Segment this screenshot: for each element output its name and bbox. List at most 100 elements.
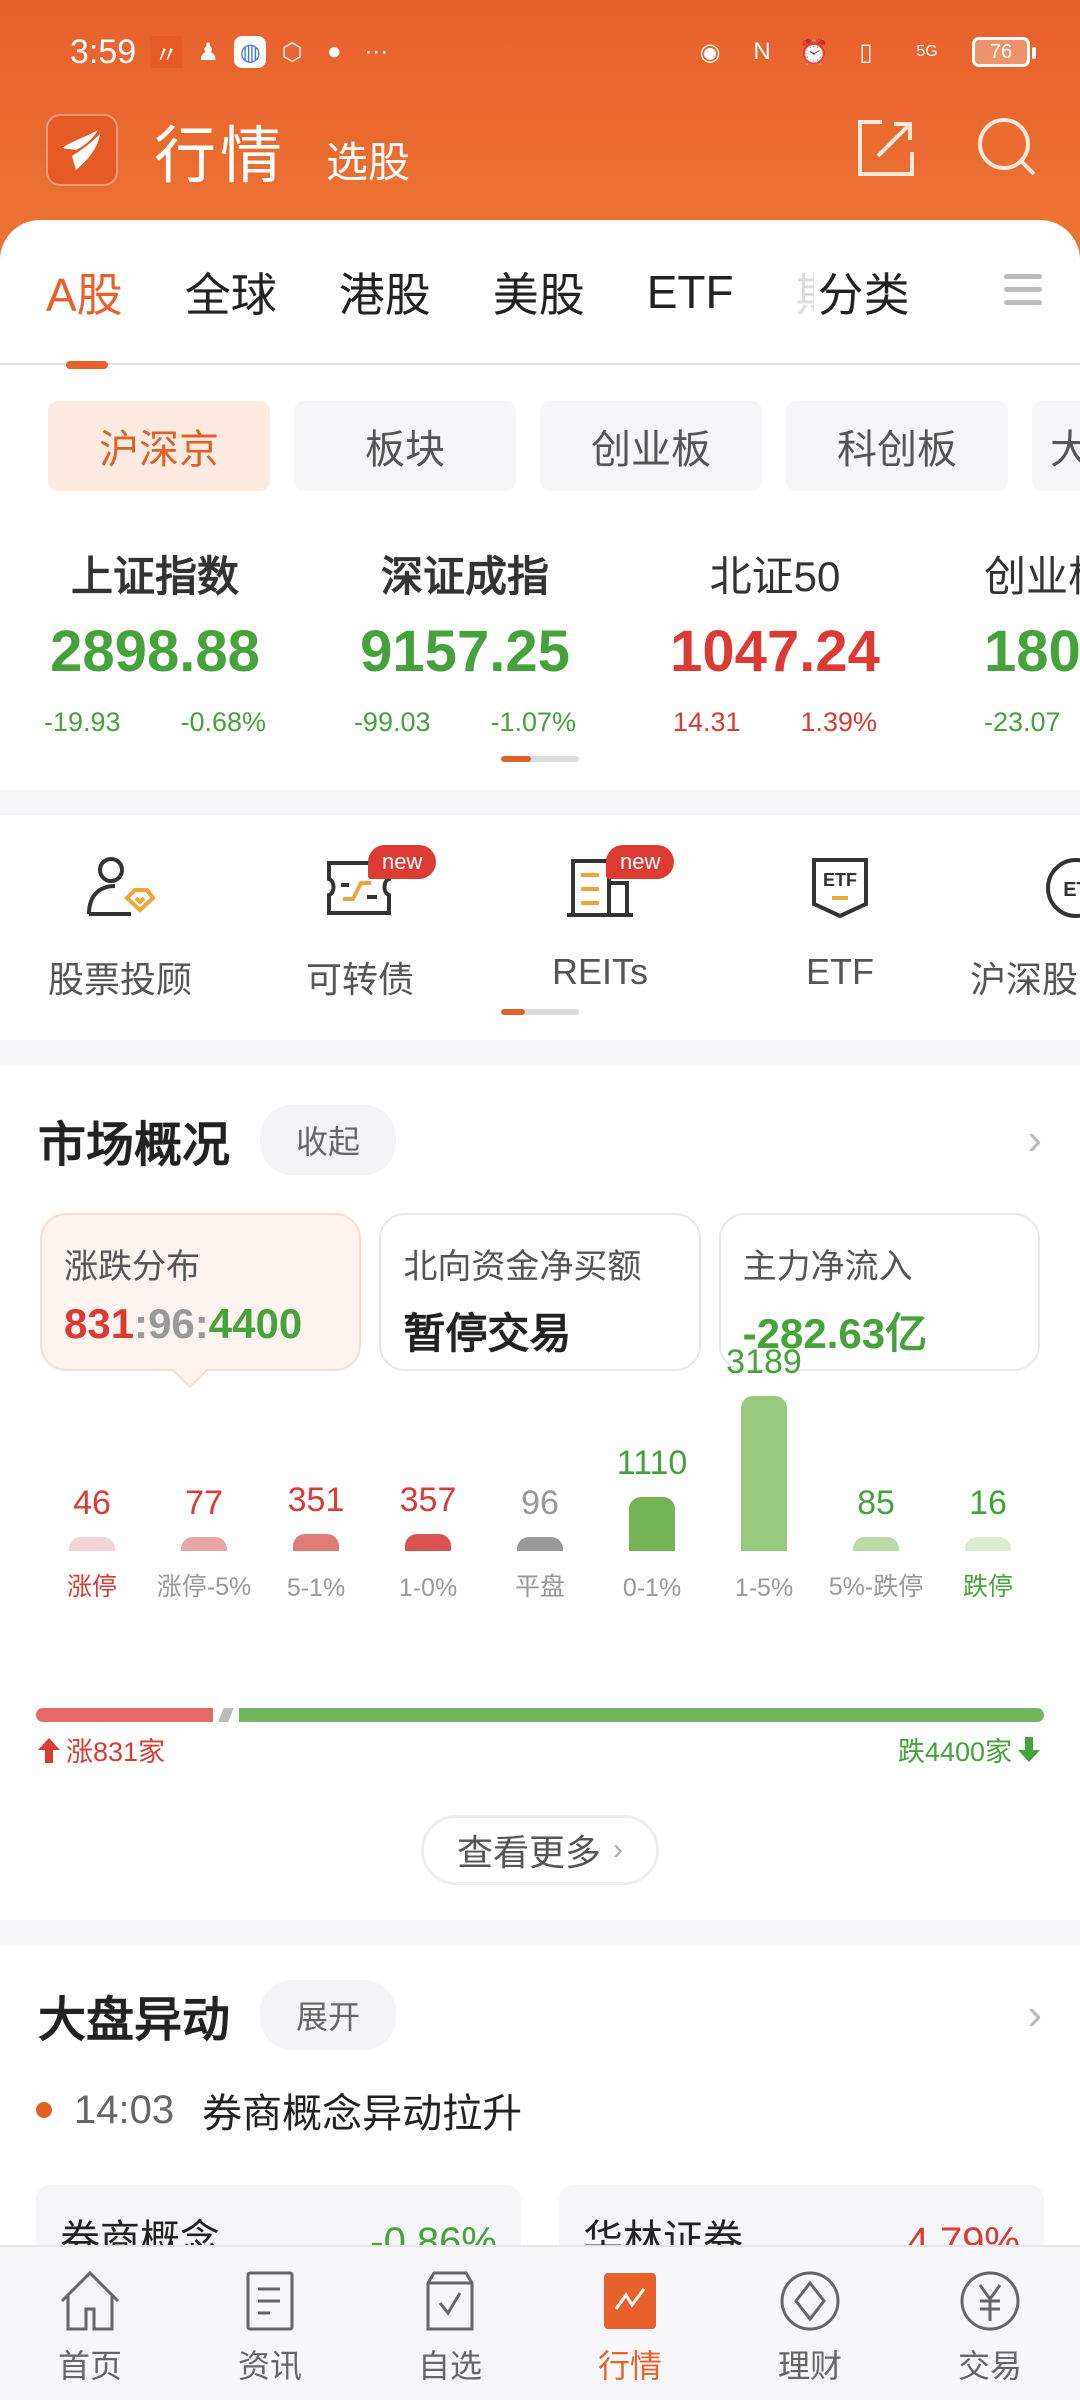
index-price: 1047.24 <box>670 619 880 684</box>
chart-value-label: 1110 <box>616 1444 688 1483</box>
chart-bar <box>965 1537 1011 1551</box>
index-card[interactable]: 上证指数 2898.88 -19.93 -0.68% <box>0 543 310 738</box>
northbound-card[interactable]: 北向资金净买额 暂停交易 <box>379 1213 701 1371</box>
quick-entry-reits[interactable]: new REITs <box>480 845 720 1003</box>
collapse-button[interactable]: 收起 <box>260 1105 397 1175</box>
index-change: -19.93 <box>43 707 121 737</box>
quick-entry-convertible[interactable]: new 可转债 <box>240 845 480 1003</box>
view-more-button[interactable]: 查看更多 › <box>421 1815 659 1885</box>
bottom-nav: 首页 资讯 自选 行情 理财 交易 <box>0 2245 1080 2400</box>
tab-etf[interactable]: ETF <box>647 265 734 319</box>
card-label: 主力净流入 <box>742 1248 913 1286</box>
event-dot-icon <box>36 2102 52 2118</box>
card-label: 涨跌分布 <box>64 1248 200 1286</box>
tab-us[interactable]: 美股 <box>493 259 585 325</box>
index-name: 北证50 <box>709 553 841 600</box>
nav-home[interactable]: 首页 <box>0 2247 180 2400</box>
convertible-bond-icon <box>240 847 480 929</box>
quick-entry-advisor[interactable]: 股票投顾 <box>0 847 240 1003</box>
section-title: 大盘异动 <box>38 1994 231 2047</box>
market-anomaly-section: 大盘异动 展开 › 14:03 券商概念异动拉升 券商概念 -0.86% 华林证… <box>0 1945 1080 2265</box>
chevron-right-icon[interactable]: › <box>1027 1990 1042 2040</box>
etf-circle-icon: ET <box>960 847 1080 929</box>
index-carousel[interactable]: 上证指数 2898.88 -19.93 -0.68% 深证成指 9157.25 -… <box>0 491 1080 738</box>
home-icon <box>60 2270 120 2331</box>
rise-fall-card[interactable]: 涨跌分布 831:96:4400 <box>40 1213 362 1371</box>
share-icon[interactable] <box>856 118 916 183</box>
rise-total-label: 涨831家 <box>66 1737 166 1767</box>
nav-trade[interactable]: 交易 <box>900 2247 1080 2400</box>
subtabs: 沪深京 板块 创业板 科创板 大 <box>0 365 1080 491</box>
quick-entry-label: 股票投顾 <box>47 959 192 1000</box>
chart-value-label: 77 <box>185 1484 223 1522</box>
page-title: 行情 <box>154 122 287 191</box>
tab-a-shares[interactable]: A股 <box>46 259 123 369</box>
index-card[interactable]: 北证50 1047.24 14.31 1.39% <box>620 543 930 738</box>
chart-bar <box>181 1537 227 1551</box>
view-more-label: 查看更多 <box>456 1832 601 1873</box>
quick-entry-etf[interactable]: ETF ETF <box>720 847 960 1003</box>
browser-icon: ◍ <box>234 36 267 68</box>
index-name: 创业板指 <box>984 553 1080 600</box>
fall-total: 跌4400家 <box>898 1730 1042 1769</box>
fall-total-label: 跌4400家 <box>897 1737 1012 1767</box>
chart-value-label: 16 <box>969 1484 1007 1522</box>
nav-label: 资讯 <box>237 2348 302 2384</box>
nav-news[interactable]: 资讯 <box>180 2247 360 2400</box>
signal-icon: 5G <box>916 43 938 60</box>
index-card[interactable]: 深证成指 9157.25 -99.03 -1.07% <box>310 543 620 738</box>
nav-watchlist[interactable]: 自选 <box>360 2247 540 2400</box>
anomaly-event[interactable]: 14:03 券商概念异动拉升 <box>0 2055 1080 2139</box>
app-logo[interactable] <box>46 114 118 186</box>
ratio-up-segment <box>36 1708 214 1722</box>
search-icon[interactable] <box>976 116 1040 185</box>
tab-partial[interactable]: 期 <box>796 259 814 325</box>
arrow-down-icon <box>1018 1736 1040 1762</box>
subtab-star[interactable]: 科创板 <box>786 401 1008 491</box>
expand-button[interactable]: 展开 <box>260 1980 397 2050</box>
tab-hk[interactable]: 港股 <box>339 259 431 325</box>
subtab-hushenjing[interactable]: 沪深京 <box>48 401 270 491</box>
chart-bar <box>69 1537 115 1551</box>
index-pct: 1.39% <box>800 707 878 737</box>
quick-entry-label: 沪深股 <box>970 959 1079 1000</box>
card-label: 北向资金净买额 <box>403 1248 642 1286</box>
index-name: 上证指数 <box>70 553 239 600</box>
subtab-partial[interactable]: 大 <box>1032 401 1080 491</box>
watchlist-icon <box>426 2271 474 2331</box>
rise-total: 涨831家 <box>36 1730 165 1769</box>
chart-value-label: 351 <box>287 1480 345 1519</box>
ratio-down-segment <box>239 1708 1044 1722</box>
chart-value-label: 3189 <box>726 1343 802 1381</box>
subtab-chinext[interactable]: 创业板 <box>540 401 762 491</box>
market-chart-icon <box>604 2273 656 2329</box>
tab-category[interactable]: 分类 <box>818 259 910 325</box>
index-name: 深证成指 <box>380 553 549 600</box>
stock-picker-link[interactable]: 选股 <box>326 129 410 190</box>
chevron-right-icon[interactable]: › <box>1027 1115 1042 1165</box>
chart-value-label: 85 <box>857 1484 895 1522</box>
nav-wealth[interactable]: 理财 <box>720 2247 900 2400</box>
index-card[interactable]: 创业板指 1808 -23.07 <box>930 543 1080 738</box>
quick-entry-label: ETF <box>806 951 874 992</box>
event-time: 14:03 <box>74 2087 175 2132</box>
nfc-icon: N <box>753 38 771 65</box>
news-icon <box>246 2271 294 2331</box>
index-price: 1808 <box>984 619 1080 684</box>
chevron-right-icon: › <box>613 1833 623 1866</box>
qq-icon: ♟ <box>197 38 219 66</box>
nav-market[interactable]: 行情 <box>540 2247 720 2400</box>
tab-global[interactable]: 全球 <box>185 259 277 325</box>
index-pct: -1.07% <box>490 707 577 737</box>
subtab-sector[interactable]: 板块 <box>294 401 516 491</box>
menu-icon[interactable] <box>1004 272 1044 313</box>
new-badge: new <box>606 845 675 879</box>
nav-label: 交易 <box>957 2348 1022 2384</box>
nav-label: 自选 <box>417 2348 482 2384</box>
nav-label: 首页 <box>57 2348 122 2384</box>
svg-text:ETF: ETF <box>823 870 857 890</box>
market-overview-panel: A股 全球 港股 美股 ETF 期 分类 沪深京 板块 创业板 科创板 大 上证… <box>0 220 1080 790</box>
nav-label: 行情 <box>597 2348 662 2384</box>
battery-icon: 76 <box>972 37 1036 67</box>
quick-entry-hushen[interactable]: ET 沪深股 <box>960 847 1080 1003</box>
